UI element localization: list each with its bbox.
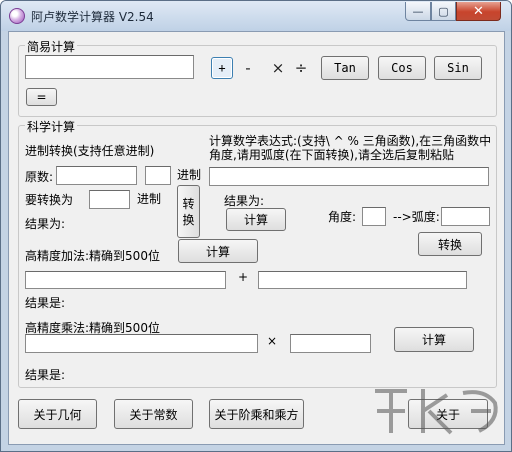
hp-add-input-a[interactable]	[25, 271, 226, 289]
base-convert-char-2: 换	[182, 212, 195, 227]
plus-button[interactable]: +	[211, 57, 233, 79]
about-button[interactable]: 关于	[408, 399, 488, 429]
about-geometry-button[interactable]: 关于几何	[18, 399, 97, 429]
hp-add-plus-sign: +	[238, 270, 249, 284]
base-conversion-title: 进制转换(支持任意进制)	[25, 144, 155, 158]
angle-input[interactable]	[362, 207, 386, 226]
original-number-input[interactable]	[56, 166, 137, 185]
base-convert-char-1: 转	[182, 196, 195, 211]
base-result-label: 结果为:	[25, 217, 66, 231]
tan-button[interactable]: Tan	[321, 56, 369, 80]
angle-convert-button[interactable]: 转换	[418, 232, 482, 256]
title-bar[interactable]: 阿卢数学计算器 V2.54 — ▢ ✕	[1, 1, 511, 31]
hp-mul-result-label: 结果是:	[25, 368, 66, 382]
hp-add-result-label: 结果是:	[25, 296, 66, 310]
hp-add-calc-button[interactable]: 计算	[178, 239, 258, 263]
target-base-input[interactable]	[89, 190, 130, 209]
hp-add-input-b[interactable]	[258, 271, 467, 289]
maximize-button[interactable]: ▢	[431, 2, 456, 21]
target-base-label: 要转换为	[25, 193, 74, 207]
client-area: 简易计算 + - × ÷ Tan Cos Sin = 科学计算 进制转换(支持任…	[8, 31, 505, 445]
cos-button[interactable]: Cos	[378, 56, 426, 80]
about-factorial-button[interactable]: 关于阶乘和乘方	[209, 399, 304, 429]
original-base-input[interactable]	[145, 166, 171, 185]
multiply-button[interactable]: ×	[267, 56, 289, 80]
close-button[interactable]: ✕	[456, 2, 501, 21]
expression-result-label: 结果为:	[224, 194, 265, 208]
minimize-button[interactable]: —	[405, 2, 431, 21]
expression-calc-button[interactable]: 计算	[226, 208, 286, 231]
hp-mul-input-b[interactable]	[290, 334, 371, 353]
hp-add-title: 高精度加法:精确到500位	[25, 249, 160, 263]
expression-input[interactable]	[209, 167, 489, 186]
angle-label: 角度:	[328, 210, 357, 224]
simple-calc-title: 简易计算	[25, 38, 78, 55]
about-constants-button[interactable]: 关于常数	[114, 399, 193, 429]
simple-display-input[interactable]	[25, 55, 194, 79]
original-base-suffix: 进制	[177, 168, 202, 182]
hp-mul-input-a[interactable]	[25, 334, 258, 353]
original-number-label: 原数:	[25, 170, 54, 184]
radian-label: -->弧度:	[393, 210, 440, 224]
minus-button[interactable]: -	[237, 56, 259, 80]
app-icon	[9, 8, 25, 24]
target-base-suffix: 进制	[137, 192, 162, 206]
base-convert-button[interactable]: 转 换	[177, 185, 200, 238]
window-title: 阿卢数学计算器 V2.54	[31, 10, 154, 24]
sin-button[interactable]: Sin	[434, 56, 482, 80]
hp-mul-times-sign: ×	[267, 334, 278, 348]
equals-button[interactable]: =	[26, 88, 57, 106]
radian-input[interactable]	[441, 207, 490, 226]
expression-description: 计算数学表达式:(支持\ ^ % 三角函数),在三角函数中角度,请用弧度(在下面…	[209, 134, 492, 162]
science-calc-title: 科学计算	[25, 118, 78, 135]
hp-mul-calc-button[interactable]: 计算	[394, 327, 474, 352]
divide-button[interactable]: ÷	[290, 56, 312, 80]
app-window: 阿卢数学计算器 V2.54 — ▢ ✕ 简易计算 + - × ÷ Tan Cos…	[0, 0, 512, 452]
